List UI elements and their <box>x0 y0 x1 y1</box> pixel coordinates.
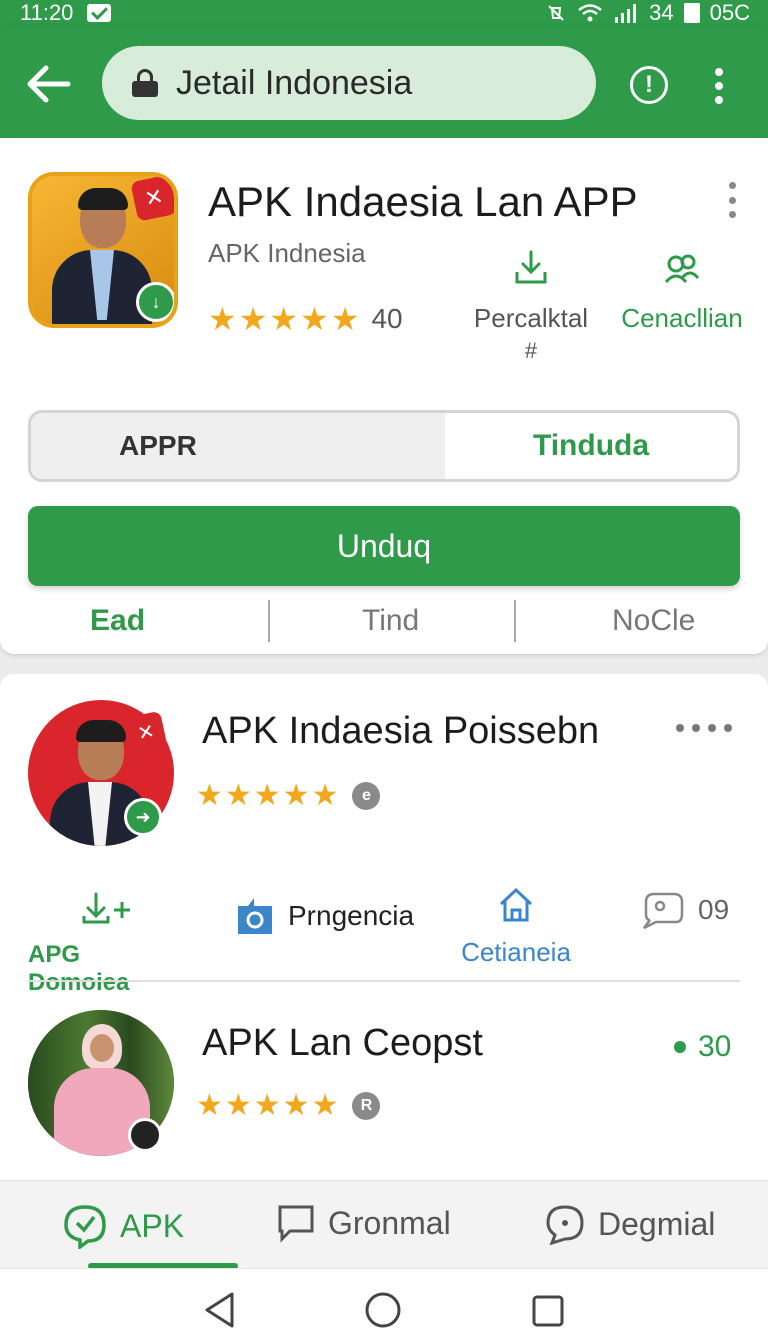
featured-tab-row: Ead Tind NoCle <box>0 598 768 644</box>
more-options-icon[interactable] <box>726 182 738 218</box>
wifi-icon <box>578 4 602 22</box>
lock-icon <box>132 69 158 97</box>
message-icon <box>278 1205 314 1243</box>
rating-badge-icon: e <box>352 781 381 810</box>
app-icon[interactable]: ✕ ↓ <box>28 172 178 328</box>
star-rating-icon: ★★★★★ <box>208 301 362 337</box>
notification-check-icon <box>87 4 112 22</box>
brand-badge-icon: ✕ <box>130 176 174 222</box>
overflow-menu-icon[interactable] <box>706 64 732 108</box>
action-home-label: Cetianeia <box>461 937 571 967</box>
action-prngencia-label: Prngencia <box>288 900 415 931</box>
rating-badge-icon: R <box>352 1091 381 1120</box>
more-options-icon[interactable] <box>676 724 732 732</box>
download-plus-icon <box>82 892 130 924</box>
status-carrier: 05C <box>709 0 750 25</box>
nav-tab-gronmal-label: Gronmal <box>328 1204 451 1241</box>
install-button[interactable]: Unduq <box>28 506 740 586</box>
list-item-title[interactable]: APK Lan Ceopst <box>202 1022 483 1065</box>
nav-tab-apk[interactable]: APK <box>62 1203 184 1249</box>
list-item-rating: ★★★★★ e <box>196 778 381 813</box>
list-divider <box>28 980 740 982</box>
apk-chat-icon <box>64 1205 106 1249</box>
back-arrow-icon[interactable] <box>26 64 72 104</box>
nav-tab-apk-label: APK <box>120 1207 185 1244</box>
tab-nocle[interactable]: NoCle <box>612 604 695 638</box>
system-recents-icon[interactable] <box>530 1293 566 1329</box>
segment-left[interactable]: APPR <box>31 413 445 479</box>
stat-community[interactable]: Cenacllian <box>616 248 748 334</box>
star-rating-icon: ★★★★★ <box>196 779 341 812</box>
bottom-navigation: APK Gronmal Degmial <box>0 1180 768 1269</box>
signal-icon <box>615 4 637 23</box>
action-comments[interactable]: 09 <box>640 890 729 930</box>
action-prngencia[interactable]: Prngencia <box>234 894 414 938</box>
nav-tab-gronmal[interactable]: Gronmal <box>276 1203 451 1243</box>
film-badge-icon <box>128 1118 162 1152</box>
app-list-card: ✕ ➜ APK Indaesia Poissebn ★★★★★ e APG Do… <box>0 674 768 1194</box>
green-dot-icon <box>674 1041 686 1053</box>
app-rating: ★★★★★ 40 <box>208 300 403 338</box>
segment-right[interactable]: Tinduda <box>445 413 737 479</box>
address-bar[interactable]: Jetail Indonesia <box>102 46 596 120</box>
app-title: APK Indaesia Lan APP <box>208 178 638 225</box>
star-rating-icon: ★★★★★ <box>196 1089 341 1122</box>
status-bar: 11:20 34 05C <box>0 0 768 26</box>
tab-divider <box>514 600 516 642</box>
list-item-title[interactable]: APK Indaesia Poissebn <box>202 710 599 753</box>
download-badge-icon: ↓ <box>136 282 174 322</box>
address-text: Jetail Indonesia <box>176 63 413 102</box>
face <box>90 1034 114 1062</box>
tab-divider <box>268 600 270 642</box>
group-icon <box>664 254 700 284</box>
battery-percent: 34 <box>649 0 674 25</box>
google-drive-icon <box>238 898 272 934</box>
nav-tab-degmial-label: Degmial <box>598 1205 716 1242</box>
stat-downloads[interactable]: Percalktal # <box>466 248 596 364</box>
count-value: 30 <box>698 1030 732 1063</box>
battery-icon <box>683 3 700 23</box>
rating-value: 40 <box>371 303 403 334</box>
segmented-control: APPR Tinduda <box>28 410 740 482</box>
app-developer[interactable]: APK Indnesia <box>208 238 366 269</box>
system-home-icon[interactable] <box>364 1291 402 1329</box>
tab-tind[interactable]: Tind <box>362 604 419 638</box>
app-bar: Jetail Indonesia ! <box>0 26 768 138</box>
brand-badge-icon: ✕ <box>124 710 168 754</box>
tab-ead[interactable]: Ead <box>90 604 145 638</box>
share-badge-icon: ➜ <box>124 798 162 836</box>
mute-icon <box>548 5 564 21</box>
home-icon <box>499 887 533 922</box>
stat-community-label: Cenacllian <box>621 303 743 333</box>
featured-app-card: ✕ ↓ APK Indaesia Lan APP APK Indnesia ★★… <box>0 138 768 654</box>
action-home[interactable]: Cetianeia <box>456 886 576 968</box>
download-icon <box>515 250 547 284</box>
action-download-label: APG Domoiea <box>28 941 130 996</box>
chat-bubble-icon <box>546 1205 584 1245</box>
chat-group-icon <box>643 892 684 930</box>
action-comments-count: 09 <box>698 894 730 925</box>
status-time: 11:20 <box>20 0 74 25</box>
stat-downloads-label: Percalktal <box>473 303 589 333</box>
nav-tab-degmial[interactable]: Degmial <box>544 1203 715 1245</box>
stat-downloads-sub: # <box>524 338 538 363</box>
info-alert-icon[interactable]: ! <box>630 66 668 104</box>
list-item-actions: APG Domoiea Prngencia Cetianeia 09 <box>0 874 768 996</box>
system-navigation-bar <box>0 1268 768 1344</box>
list-item-rating: ★★★★★ R <box>196 1088 381 1123</box>
system-back-icon[interactable] <box>202 1291 238 1329</box>
list-item-count: 30 <box>674 1030 731 1064</box>
